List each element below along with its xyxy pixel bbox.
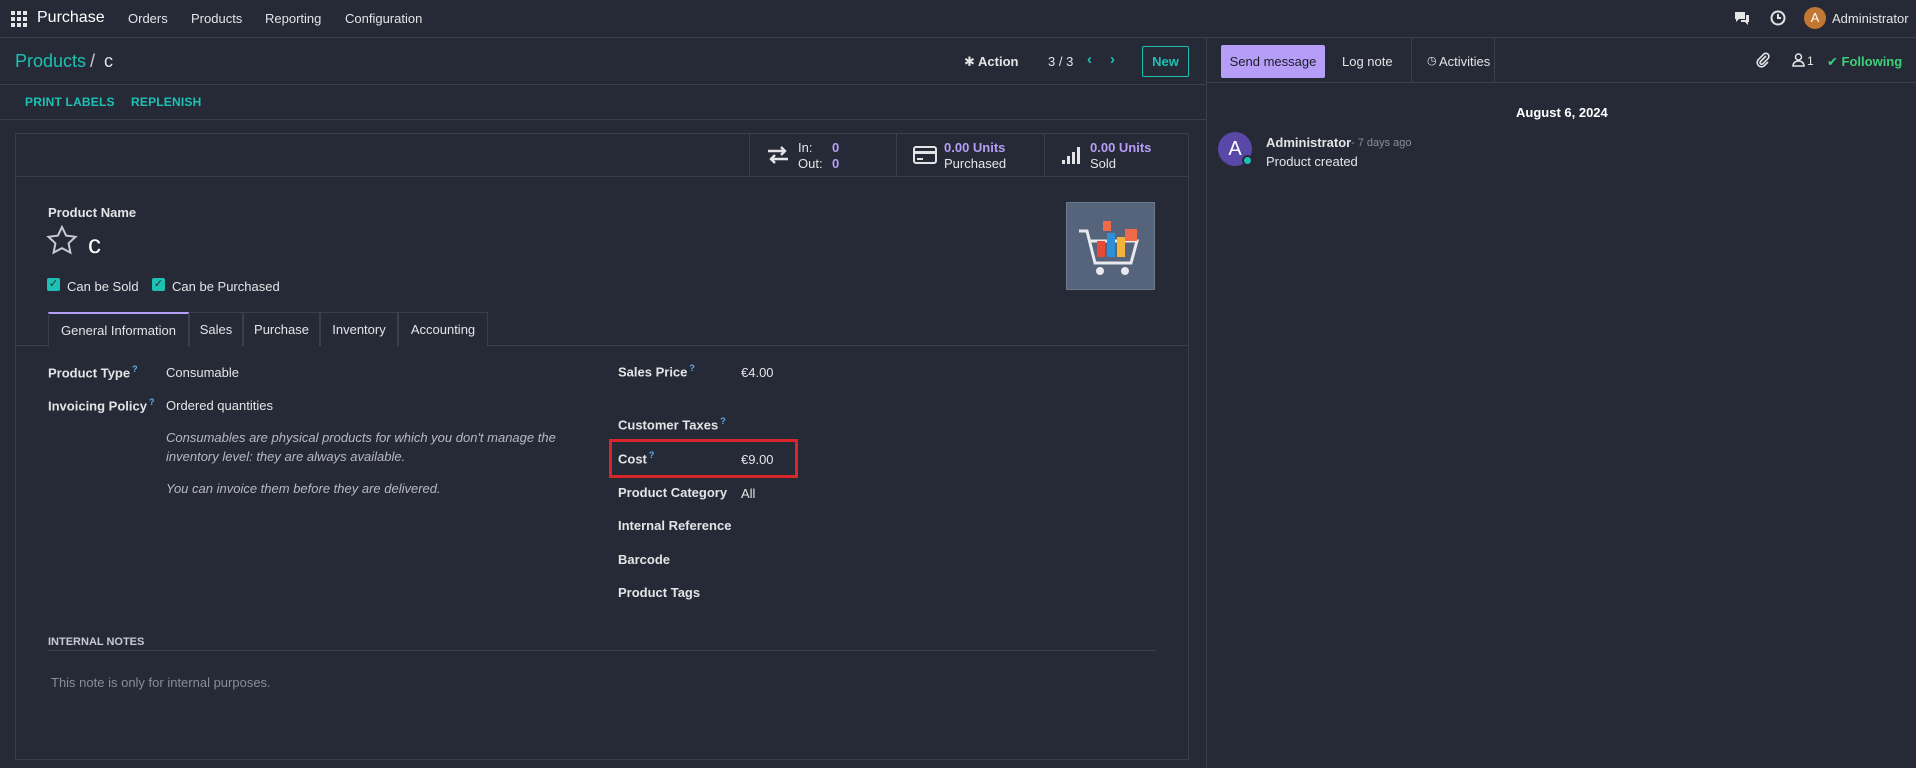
message-date-separator: August 6, 2024 [1516, 105, 1608, 120]
internal-notes-field[interactable]: This note is only for internal purposes. [51, 675, 271, 690]
consumable-note-line1: Consumables are physical products for wh… [166, 430, 556, 445]
purchased-label: Purchased [944, 156, 1007, 171]
product-type-help-icon[interactable]: ? [132, 364, 138, 374]
tab-purchase[interactable]: Purchase [243, 312, 320, 346]
barcode-label: Barcode [618, 552, 671, 567]
followers-icon[interactable] [1792, 53, 1805, 70]
invoicing-policy-help-icon[interactable]: ? [149, 397, 155, 407]
product-type-field[interactable]: Consumable [166, 365, 239, 380]
cost-field[interactable]: €9.00 [741, 452, 774, 467]
invoicing-policy-label: Invoicing Policy? [48, 397, 155, 414]
tab-sales[interactable]: Sales [189, 312, 243, 346]
purchased-value: 0.00 Units [944, 140, 1006, 155]
internal-reference-label: Internal Reference [618, 518, 732, 533]
purchased-smart-button[interactable]: 0.00 Units Purchased [896, 133, 1044, 177]
consumable-note: Consumables are physical products for wh… [166, 428, 556, 466]
product-type-label: Product Type? [48, 364, 138, 381]
product-category-field[interactable]: All [741, 486, 755, 501]
can-be-sold-checkbox[interactable]: ✓ [47, 278, 60, 291]
product-image[interactable] [1066, 202, 1155, 290]
chatter-header-divider [1206, 82, 1916, 83]
sales-price-help-icon[interactable]: ? [689, 363, 695, 373]
out-label: Out: [798, 156, 823, 171]
activity-clock-icon[interactable] [1769, 10, 1787, 28]
menu-configuration[interactable]: Configuration [345, 11, 422, 26]
new-button[interactable]: New [1142, 46, 1189, 77]
paperclip-icon[interactable] [1756, 52, 1770, 71]
product-category-label: Product Category [618, 485, 728, 500]
control-panel [0, 38, 1206, 85]
followers-count[interactable]: 1 [1807, 54, 1814, 68]
product-tags-label: Product Tags [618, 585, 701, 600]
sales-price-label: Sales Price? [618, 363, 695, 380]
customer-taxes-label: Customer Taxes? [618, 416, 726, 433]
replenish-button[interactable]: REPLENISH [131, 95, 201, 109]
tab-accounting[interactable]: Accounting [398, 312, 488, 346]
can-be-sold-label: Can be Sold [67, 279, 139, 294]
sales-price-field[interactable]: €4.00 [741, 365, 774, 380]
menu-products[interactable]: Products [191, 11, 242, 26]
menu-reporting[interactable]: Reporting [265, 11, 321, 26]
discuss-icon[interactable] [1733, 10, 1751, 28]
product-name-field[interactable]: c [88, 229, 101, 260]
pager-value[interactable]: 3 / 3 [1048, 54, 1073, 69]
online-status-dot [1242, 155, 1253, 166]
can-be-purchased-label: Can be Purchased [172, 279, 280, 294]
gear-icon: ✱ [964, 54, 975, 69]
cost-help-icon[interactable]: ? [649, 450, 655, 460]
cost-label: Cost? [618, 450, 655, 467]
out-value: 0 [832, 156, 840, 171]
sold-value: 0.00 Units [1090, 140, 1152, 155]
sold-smart-button[interactable]: 0.00 Units Sold [1044, 133, 1189, 177]
transfer-arrows-icon [766, 146, 790, 167]
send-message-button[interactable]: Send message [1221, 45, 1325, 78]
tab-inventory[interactable]: Inventory [320, 312, 398, 346]
in-value: 0 [832, 140, 840, 155]
in-out-smart-button[interactable]: In: 0 Out: 0 [749, 133, 896, 177]
activities-button[interactable]: ◷ Activities [1411, 38, 1495, 83]
invoicing-policy-field[interactable]: Ordered quantities [166, 398, 273, 413]
breadcrumb-products[interactable]: Products [15, 51, 86, 72]
pager-previous-icon[interactable]: ‹ [1087, 51, 1092, 68]
product-name-label: Product Name [48, 205, 137, 220]
following-button[interactable]: ✔ Following [1827, 54, 1902, 70]
can-be-purchased-checkbox[interactable]: ✓ [152, 278, 165, 291]
user-avatar[interactable]: A [1804, 7, 1826, 29]
internal-notes-separator [48, 650, 1156, 651]
favorite-star-icon[interactable] [46, 224, 78, 258]
user-menu-name[interactable]: Administrator [1832, 11, 1909, 26]
tab-general-information[interactable]: General Information [48, 312, 189, 347]
pager-next-icon[interactable]: › [1110, 51, 1115, 68]
message-body: Product created [1266, 154, 1358, 169]
message-time: - 7 days ago [1351, 137, 1412, 149]
app-name[interactable]: Purchase [37, 9, 105, 27]
activities-label: Activities [1439, 54, 1491, 69]
action-button[interactable]: ✱ Action [964, 54, 1019, 70]
clock-icon: ◷ [1427, 55, 1437, 67]
apps-menu-icon[interactable] [11, 11, 27, 27]
credit-card-icon [913, 146, 937, 167]
internal-notes-title: INTERNAL NOTES [48, 636, 145, 648]
message-author[interactable]: Administrator [1266, 135, 1351, 150]
action-label: Action [978, 54, 1019, 69]
check-icon: ✔ [1827, 54, 1838, 69]
sold-label: Sold [1090, 156, 1117, 171]
shopping-cart-icon [1079, 221, 1139, 275]
breadcrumb-current: c [104, 51, 113, 71]
invoice-note: You can invoice them before they are del… [166, 481, 441, 496]
customer-taxes-help-icon[interactable]: ? [720, 416, 726, 426]
in-label: In: [798, 140, 813, 155]
menu-orders[interactable]: Orders [128, 11, 168, 26]
print-labels-button[interactable]: PRINT LABELS [25, 95, 115, 109]
breadcrumb-separator: / [90, 51, 96, 71]
following-label: Following [1841, 54, 1903, 69]
consumable-note-line2: inventory level: they are always availab… [166, 449, 406, 464]
signal-bars-icon [1061, 146, 1083, 167]
log-note-button[interactable]: Log note [1342, 54, 1393, 69]
